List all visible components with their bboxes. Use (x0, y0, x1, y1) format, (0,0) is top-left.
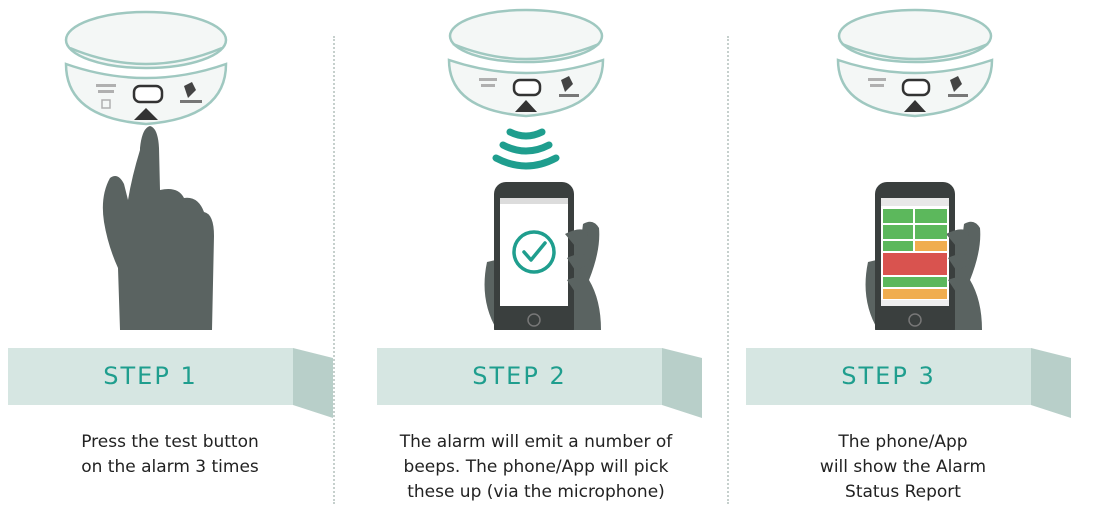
step-title: STEP 1 (103, 362, 198, 390)
step-description: Press the test button on the alarm 3 tim… (81, 432, 259, 477)
step-1-ribbon: STEP 1 (0, 348, 369, 418)
step-3-illustration (836, 8, 994, 330)
step-3-panel: STEP 3 The phone/App will show the Alarm… (738, 0, 1107, 508)
smoke-alarm-icon (64, 10, 228, 126)
step-title: STEP 3 (841, 362, 936, 390)
step-2-ribbon: STEP 2 (369, 348, 738, 418)
sound-waves-icon (492, 128, 560, 170)
step-description: The phone/App will show the Alarm Status… (819, 432, 987, 502)
step-title: STEP 2 (472, 362, 567, 390)
step-1-illustration (64, 10, 228, 330)
step-2-panel: STEP 2 The alarm will emit a number of b… (369, 0, 738, 508)
smoke-alarm-icon (836, 8, 994, 118)
hand-holding-phone-icon (484, 182, 601, 330)
ribbon-fold (293, 348, 333, 418)
smoke-alarm-icon (447, 8, 605, 118)
pointing-hand-icon (102, 126, 214, 330)
step-1-panel: STEP 1 Press the test button on the alar… (0, 0, 369, 508)
step-3-ribbon: STEP 3 (738, 348, 1107, 418)
ribbon-fold (662, 348, 702, 418)
ribbon-fold (1031, 348, 1071, 418)
step-2-illustration (447, 8, 605, 330)
step-description: The alarm will emit a number of beeps. T… (399, 432, 673, 502)
